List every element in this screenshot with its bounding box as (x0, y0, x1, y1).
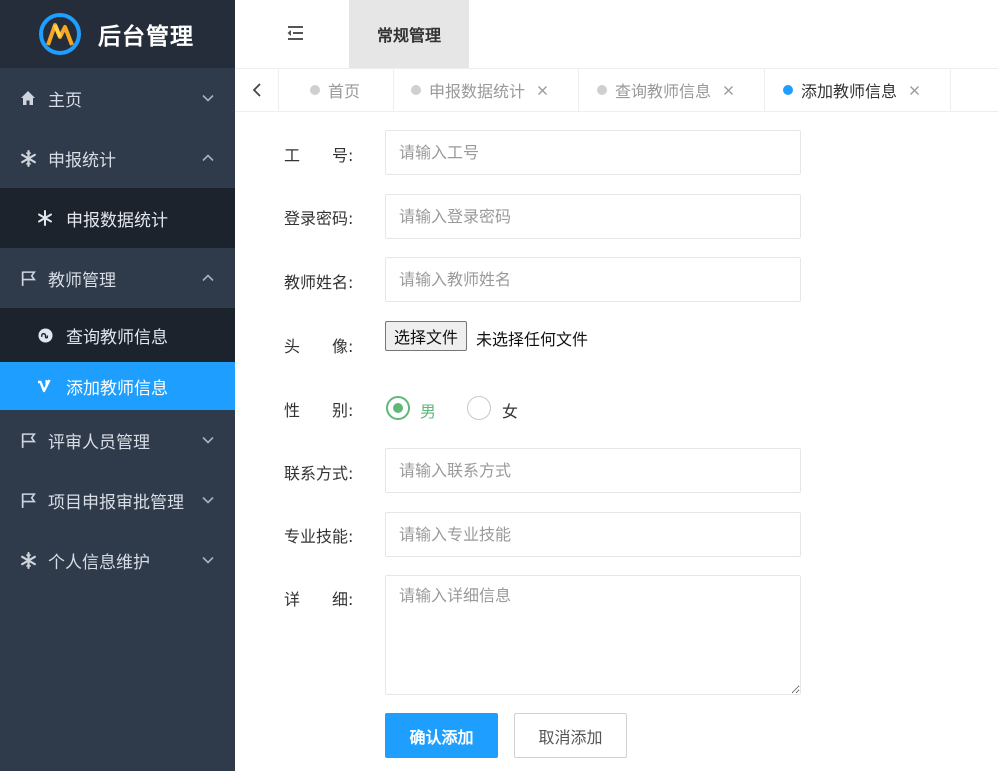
gender-male-radio[interactable] (386, 396, 410, 420)
chevron-down-icon (202, 436, 214, 444)
sidebar-item-label: 教师管理 (48, 270, 116, 291)
password-input[interactable] (385, 194, 801, 239)
page-tab-add-teacher[interactable]: 添加教师信息 (765, 69, 951, 111)
cancel-add-button[interactable]: 取消添加 (514, 713, 627, 758)
sidebar-subitem-query-teachers[interactable]: 查询教师信息 (0, 308, 235, 362)
chevron-down-icon (202, 94, 214, 102)
tab-dot-icon (411, 85, 421, 95)
page-tab-label: 申报数据统计 (429, 82, 526, 101)
avatar-label: 头 像: (284, 337, 354, 356)
page-tabs-bar: 首页 申报数据统计 查询教师信息 添加教师信息 (235, 68, 998, 112)
contact-label: 联系方式: (284, 464, 354, 483)
gender-male-label[interactable]: 男 (420, 398, 436, 422)
contact-input[interactable] (385, 448, 801, 493)
logo-bar: 后台管理 (0, 0, 235, 68)
sidebar-item-label: 主页 (48, 90, 82, 111)
gender-female-label[interactable]: 女 (502, 398, 518, 422)
flag-icon (19, 269, 37, 287)
tab-dot-icon (597, 85, 607, 95)
chevron-down-icon (202, 556, 214, 564)
tab-general-management[interactable]: 常规管理 (349, 0, 469, 68)
tabs-scroll-left-button[interactable] (235, 69, 279, 111)
sidebar-item-home[interactable]: 主页 (0, 68, 235, 128)
snowflake-icon (19, 551, 37, 569)
detail-label: 详 细: (284, 590, 354, 609)
gender-female-radio[interactable] (467, 396, 491, 420)
teacher-id-input[interactable] (385, 130, 801, 175)
sidebar-item-project-approval[interactable]: 项目申报审批管理 (0, 470, 235, 530)
sidebar-subitem-label: 查询教师信息 (66, 327, 168, 348)
home-icon (19, 89, 37, 107)
gender-label: 性 别: (284, 401, 354, 420)
sidebar-subitem-label: 申报数据统计 (66, 210, 168, 231)
choose-file-button[interactable]: 选择文件 (385, 321, 468, 351)
close-icon[interactable] (909, 85, 920, 96)
chevron-left-icon (252, 83, 261, 97)
sidebar-item-label: 项目申报审批管理 (48, 492, 184, 513)
chevron-down-icon (202, 496, 214, 504)
page-tab-home[interactable]: 首页 (280, 69, 394, 111)
close-icon[interactable] (537, 85, 548, 96)
page-tab-label: 首页 (328, 82, 361, 101)
sidebar-subitem-declaration-data[interactable]: 申报数据统计 (0, 188, 235, 248)
teacher-name-input[interactable] (385, 257, 801, 302)
chevron-up-icon (202, 154, 214, 162)
teacher-name-label: 教师姓名: (284, 273, 354, 292)
flag-icon (19, 491, 37, 509)
sidebar-subitem-label: 添加教师信息 (66, 378, 168, 399)
sidebar-item-declaration-stats[interactable]: 申报统计 (0, 128, 235, 188)
stumbleupon-icon (37, 327, 53, 343)
tab-dot-icon (310, 85, 320, 95)
vimeo-icon (37, 378, 53, 394)
skills-input[interactable] (385, 512, 801, 557)
top-header: 常规管理 (235, 0, 998, 68)
chevron-up-icon (202, 274, 214, 282)
detail-textarea[interactable] (385, 575, 801, 695)
tab-dot-active-icon (783, 85, 793, 95)
page-tab-label: 查询教师信息 (615, 82, 712, 101)
page-tab-declaration-data[interactable]: 申报数据统计 (394, 69, 579, 111)
snowflake-icon (19, 149, 37, 167)
close-icon[interactable] (723, 85, 734, 96)
snowflake-icon (37, 210, 53, 226)
skills-label: 专业技能: (284, 527, 354, 546)
password-label: 登录密码: (284, 209, 354, 228)
teacher-id-label: 工 号: (284, 146, 354, 165)
confirm-add-button[interactable]: 确认添加 (385, 713, 498, 758)
sidebar-item-label: 个人信息维护 (48, 552, 150, 573)
page-tab-query-teachers[interactable]: 查询教师信息 (579, 69, 765, 111)
page-tab-label: 添加教师信息 (801, 82, 898, 101)
sidebar-item-reviewer-management[interactable]: 评审人员管理 (0, 410, 235, 470)
logo-icon (39, 13, 81, 55)
sidebar: 后台管理 主页 申报统计 申报数据统计 教师管理 查询教师信息 添加教师信息 评… (0, 0, 235, 771)
sidebar-item-teacher-management[interactable]: 教师管理 (0, 248, 235, 308)
app-title: 后台管理 (98, 24, 194, 50)
file-status-text: 未选择任何文件 (476, 330, 589, 349)
sidebar-subitem-add-teacher[interactable]: 添加教师信息 (0, 362, 235, 410)
sidebar-item-personal-info[interactable]: 个人信息维护 (0, 530, 235, 590)
sidebar-item-label: 申报统计 (48, 150, 116, 171)
sidebar-item-label: 评审人员管理 (48, 432, 150, 453)
flag-icon (19, 431, 37, 449)
menu-collapse-icon[interactable] (283, 22, 307, 44)
